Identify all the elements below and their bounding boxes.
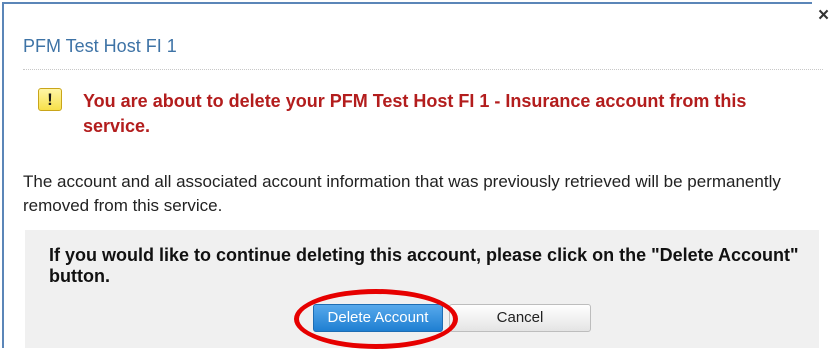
confirm-panel: If you would like to continue deleting t… [25,230,819,348]
delete-account-button[interactable]: Delete Account [313,304,443,332]
dialog-title: PFM Test Host FI 1 [23,36,177,56]
cancel-button[interactable]: Cancel [449,304,591,332]
warning-icon: ! [38,88,62,111]
title-divider [23,69,823,70]
warning-message: You are about to delete your PFM Test Ho… [83,91,747,136]
info-message: The account and all associated account i… [23,172,781,215]
confirm-message: If you would like to continue deleting t… [49,245,799,286]
delete-account-dialog: × PFM Test Host FI 1 ! You are about to … [0,0,837,349]
close-icon[interactable]: × [818,6,829,25]
dialog-border-top [2,2,812,4]
dialog-border-left [2,2,4,348]
